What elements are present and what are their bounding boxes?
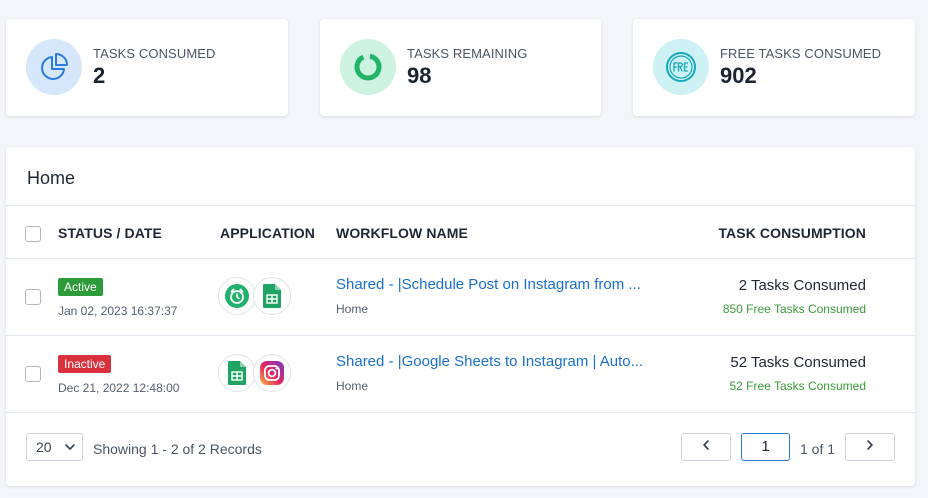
- stat-card-tasks-consumed: TASKS CONSUMED 2: [6, 19, 288, 116]
- divider: [6, 335, 915, 336]
- google-sheets-icon: [253, 277, 291, 315]
- pie-chart-icon: [26, 39, 82, 95]
- stat-value: 902: [720, 63, 757, 88]
- donut-chart-icon: [340, 39, 396, 95]
- workflow-folder: Home: [336, 379, 369, 393]
- next-page-button[interactable]: [845, 433, 895, 461]
- row-checkbox[interactable]: [25, 366, 41, 382]
- column-header-status[interactable]: STATUS / DATE: [58, 225, 162, 241]
- divider: [6, 258, 915, 259]
- stat-card-free-tasks-consumed: FREE TASKS CONSUMED 902: [633, 19, 915, 116]
- select-all-checkbox[interactable]: [25, 226, 41, 242]
- page-size-select[interactable]: 20: [26, 433, 83, 461]
- row-checkbox[interactable]: [25, 289, 41, 305]
- divider: [6, 205, 915, 206]
- panel-title: Home: [27, 168, 76, 188]
- workflow-panel: Home STATUS / DATE APPLICATION WORKFLOW …: [6, 147, 915, 486]
- stat-value: 98: [407, 63, 432, 88]
- divider: [6, 412, 915, 413]
- chevron-left-icon: [700, 438, 712, 456]
- workflow-name-link[interactable]: Shared - |Google Sheets to Instagram | A…: [336, 353, 643, 370]
- stat-card-tasks-remaining: TASKS REMAINING 98: [320, 19, 601, 116]
- free-tasks-consumed: 850 Free Tasks Consumed: [722, 302, 866, 316]
- instagram-icon: [253, 354, 291, 392]
- chevron-right-icon: [864, 438, 876, 456]
- tasks-consumed: 2 Tasks Consumed: [738, 277, 866, 294]
- stat-label: TASKS CONSUMED: [93, 46, 216, 61]
- column-header-consumption[interactable]: TASK CONSUMPTION: [718, 225, 866, 241]
- google-sheets-icon: [218, 354, 256, 392]
- workflow-folder: Home: [336, 302, 369, 316]
- prev-page-button[interactable]: [681, 433, 731, 461]
- free-tasks-consumed: 52 Free Tasks Consumed: [729, 379, 866, 393]
- page-count: 1 of 1: [800, 441, 836, 457]
- workflow-name-link[interactable]: Shared - |Schedule Post on Instagram fro…: [336, 276, 641, 293]
- column-header-workflow[interactable]: WORKFLOW NAME: [336, 225, 468, 241]
- row-date: Dec 21, 2022 12:48:00: [58, 381, 180, 395]
- records-summary: Showing 1 - 2 of 2 Records: [93, 441, 262, 457]
- chevron-down-icon: [64, 440, 76, 456]
- free-badge-icon: [653, 39, 709, 95]
- stat-label: FREE TASKS CONSUMED: [720, 46, 882, 61]
- page-size-value: 20: [36, 439, 52, 455]
- page-number-input[interactable]: 1: [741, 433, 790, 461]
- status-badge: Active: [58, 278, 103, 296]
- tasks-consumed: 52 Tasks Consumed: [730, 354, 866, 371]
- column-header-application[interactable]: APPLICATION: [220, 225, 315, 241]
- row-date: Jan 02, 2023 16:37:37: [58, 304, 178, 318]
- alarm-clock-icon: [218, 277, 256, 315]
- stat-value: 2: [93, 63, 106, 88]
- status-badge: Inactive: [58, 355, 112, 373]
- stat-label: TASKS REMAINING: [407, 46, 528, 61]
